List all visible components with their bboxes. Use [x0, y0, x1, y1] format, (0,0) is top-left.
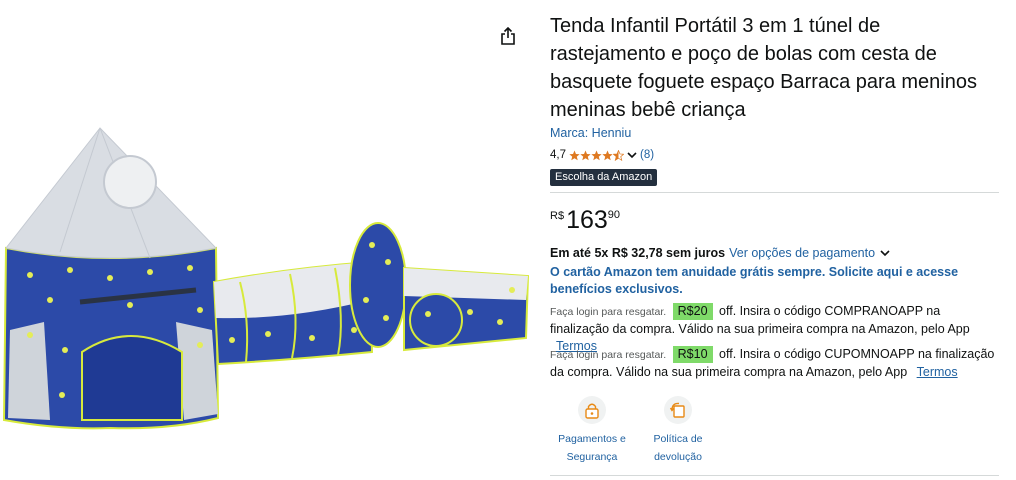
product-image-area — [0, 0, 540, 480]
brand-link[interactable]: Marca: Henniu — [550, 125, 631, 141]
product-title: Tenda Infantil Portátil 3 em 1 túnel de … — [550, 15, 977, 121]
feature-label: Pagamentos e — [558, 433, 626, 445]
payment-options-link[interactable]: Ver opções de pagamento — [729, 245, 875, 261]
divider — [550, 475, 999, 476]
feature-return-policy[interactable]: Política de devolução — [640, 396, 716, 466]
coupon-amount-badge: R$20 — [672, 303, 713, 320]
share-icon — [501, 27, 515, 45]
star-half-icon — [613, 149, 624, 161]
star-full-icon — [602, 149, 613, 160]
price-whole: 163 — [566, 206, 608, 234]
feature-label: Política de — [653, 433, 703, 445]
star-full-icon — [569, 149, 580, 160]
feature-label: Segurança — [566, 451, 618, 463]
product-image[interactable] — [0, 118, 540, 438]
price-currency: R$ — [550, 210, 565, 222]
return-policy-icon — [664, 396, 692, 424]
rating-row: 4,7 (8) — [550, 147, 1000, 163]
coupon-amount-badge: R$10 — [672, 346, 713, 363]
rating-value: 4,7 — [550, 149, 566, 161]
feature-icons-row: Pagamentos e Segurança Política de devol… — [550, 396, 716, 466]
price: R$ 163 90 — [550, 206, 620, 234]
installments-row: Em até 5x R$ 32,78 sem juros Ver opções … — [550, 245, 891, 261]
share-button[interactable] — [497, 24, 519, 48]
divider — [550, 192, 999, 193]
amazon-card-promo-link[interactable]: O cartão Amazon tem anuidade grátis semp… — [550, 264, 980, 298]
amazon-choice-badge: Escolha da Amazon — [550, 169, 658, 186]
star-full-icon — [591, 149, 602, 160]
coupon-terms-link[interactable]: Termos — [917, 365, 958, 379]
feature-payment-security[interactable]: Pagamentos e Segurança — [550, 396, 634, 466]
star-rating[interactable] — [569, 149, 624, 161]
coupon-login-label: Faça login para resgatar. — [550, 349, 667, 361]
coupon-offer: Faça login para resgatar. R$10 off. Insi… — [550, 346, 995, 381]
coupon-login-label: Faça login para resgatar. — [550, 306, 667, 318]
chevron-down-icon[interactable] — [626, 150, 638, 160]
payment-security-icon — [578, 396, 606, 424]
price-fraction: 90 — [607, 209, 621, 221]
star-full-icon — [580, 149, 591, 160]
product-info: Tenda Infantil Portátil 3 em 1 túnel de … — [550, 12, 1000, 186]
feature-label: devolução — [654, 451, 702, 463]
rating-count-link[interactable]: (8) — [640, 149, 654, 161]
installments-text: Em até 5x R$ 32,78 sem juros — [550, 246, 726, 260]
chevron-down-icon[interactable] — [879, 248, 891, 258]
